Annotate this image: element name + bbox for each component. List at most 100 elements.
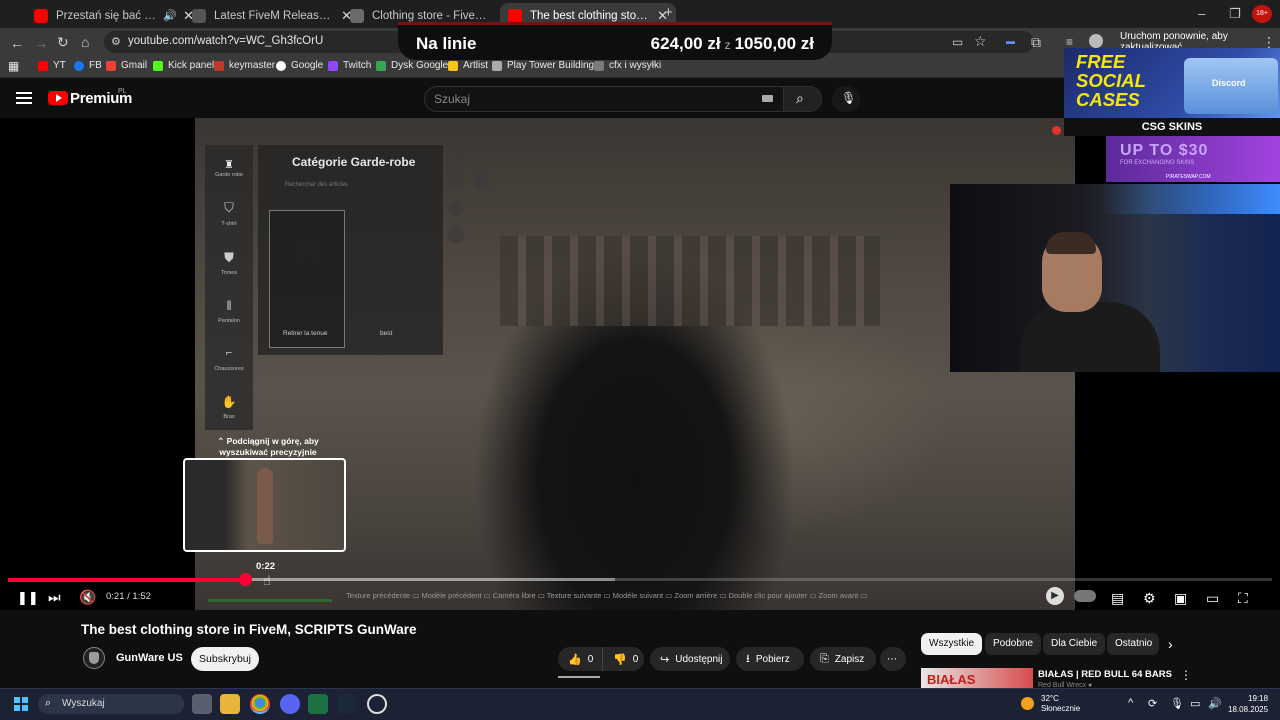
- subscribe-button[interactable]: Subskrybuj: [191, 647, 259, 671]
- seek-preview-time: 0:22: [256, 561, 276, 572]
- search-button[interactable]: ⌕: [784, 86, 822, 112]
- chrome-icon[interactable]: [250, 694, 270, 714]
- chip-all[interactable]: Wszystkie: [921, 633, 982, 655]
- speaker-icon[interactable]: 🔊: [1208, 697, 1222, 710]
- new-tab-button[interactable]: +: [664, 4, 673, 21]
- theater-mode-icon[interactable]: ▭: [1206, 590, 1219, 607]
- file-explorer-icon[interactable]: [220, 694, 240, 714]
- sync-icon[interactable]: ⟳: [1148, 697, 1157, 710]
- system-clock[interactable]: 19:18 18.08.2025: [1228, 693, 1268, 715]
- apps-grid-icon[interactable]: ▦: [8, 59, 19, 73]
- next-video-icon[interactable]: ⏭: [48, 589, 61, 606]
- recommended-title[interactable]: BIAŁAS | RED BULL 64 BARS: [1038, 669, 1172, 680]
- back-arrow-icon[interactable]: ←: [10, 35, 24, 51]
- profile-avatar[interactable]: [1089, 34, 1103, 48]
- chip-related[interactable]: Podobne: [985, 633, 1042, 655]
- tshirt-icon: ⛉: [224, 200, 234, 215]
- bookmark-keymaster[interactable]: keymaster: [214, 60, 275, 71]
- bookmark-yt[interactable]: YT: [38, 60, 66, 71]
- muted-volume-icon[interactable]: 🔇: [79, 589, 96, 606]
- url-text[interactable]: youtube.com/watch?v=WC_Gh3fcOrU: [128, 35, 323, 47]
- facebook-icon: [74, 60, 84, 71]
- bookmark-google[interactable]: Google: [276, 60, 323, 71]
- pause-icon[interactable]: ❚❚: [17, 590, 39, 606]
- tab-1[interactable]: Przestań się bać - YouTube 🔊 ✕: [26, 3, 202, 28]
- cfx-icon: [594, 60, 604, 71]
- autoplay-toggle[interactable]: [1074, 590, 1096, 602]
- reload-icon[interactable]: ↻: [57, 34, 69, 51]
- chip-recent[interactable]: Ostatnio: [1107, 633, 1159, 655]
- bookmark-play-tower[interactable]: Play Tower Building...: [492, 60, 602, 71]
- cast-icon[interactable]: ▭: [952, 35, 963, 49]
- dislike-button[interactable]: 👎 0: [602, 647, 644, 671]
- channel-avatar[interactable]: [83, 647, 105, 669]
- pirateswap-ad[interactable]: UP TO $30 FOR EXCHANGING SKINS PIRATESWA…: [1106, 136, 1280, 182]
- youtube-icon: [38, 60, 48, 71]
- game-hud-bar: [208, 599, 332, 602]
- ad-headline: UP TO $30: [1120, 142, 1209, 159]
- extension-icon[interactable]: ▬: [1006, 36, 1015, 46]
- steam-icon[interactable]: [337, 694, 357, 714]
- bookmark-star-icon[interactable]: ☆: [974, 33, 987, 50]
- download-button[interactable]: ⭳ Pobierz: [736, 647, 804, 671]
- miniplayer-user-icon[interactable]: ▶: [1046, 587, 1064, 605]
- task-view-icon[interactable]: [192, 694, 212, 714]
- save-button[interactable]: ⎘ Zapisz: [810, 647, 876, 671]
- keyboard-icon[interactable]: [762, 95, 773, 102]
- microphone-icon[interactable]: 🎙: [1170, 697, 1184, 710]
- bookmark-icon: ⎘: [820, 652, 829, 665]
- chevron-up-icon[interactable]: ^: [1128, 697, 1133, 709]
- mouse-cursor-icon: ☝: [263, 573, 271, 588]
- network-icon[interactable]: ▭: [1190, 697, 1200, 710]
- goal-label: Na linie: [416, 34, 477, 53]
- extensions-puzzle-icon[interactable]: ⧉: [1031, 34, 1041, 51]
- minimize-button[interactable]: –: [1198, 6, 1205, 21]
- wardrobe-icon: ♜: [224, 159, 234, 171]
- more-actions-button[interactable]: ⋯: [880, 647, 906, 671]
- maximize-button[interactable]: ❐: [1229, 6, 1241, 22]
- search-input[interactable]: [424, 86, 784, 112]
- recommended-thumbnail[interactable]: BIAŁAS: [921, 668, 1033, 690]
- forward-arrow-icon[interactable]: →: [34, 35, 48, 51]
- progress-scrubber-handle[interactable]: [239, 573, 252, 586]
- fullscreen-icon[interactable]: ⛶: [1238, 590, 1248, 607]
- miniplayer-icon[interactable]: ▣: [1174, 590, 1187, 607]
- tab-2[interactable]: Latest FiveM Releases topics - C ✕: [184, 3, 360, 28]
- hamburger-menu-icon[interactable]: [16, 92, 32, 104]
- game-card-label: best: [380, 330, 393, 337]
- bookmark-gmail[interactable]: Gmail: [106, 60, 147, 71]
- discord-case-image: Discord: [1184, 58, 1278, 114]
- youtube-logo-icon[interactable]: [48, 91, 68, 105]
- thumbs-up-icon: 👍: [568, 653, 582, 666]
- settings-gear-icon[interactable]: ⚙: [1143, 590, 1156, 607]
- chip-for-you[interactable]: Dla Ciebie: [1043, 633, 1106, 655]
- site-info-icon[interactable]: ⚙: [111, 35, 121, 48]
- bookmark-twitch[interactable]: Twitch: [328, 60, 371, 71]
- voice-search-button[interactable]: 🎙: [832, 86, 860, 112]
- youtube-favicon-icon: [34, 8, 48, 23]
- bookmark-dysk-google[interactable]: Dysk Google: [376, 60, 448, 71]
- reading-list-icon[interactable]: ≡: [1066, 35, 1073, 49]
- bookmark-fb[interactable]: FB: [74, 60, 102, 71]
- share-button[interactable]: ↪ Udostępnij: [650, 647, 730, 671]
- like-button[interactable]: 👍 0: [558, 647, 602, 671]
- streamer-webcam: [950, 184, 1280, 372]
- subtitles-icon[interactable]: ▤: [1111, 590, 1124, 607]
- bookmark-kick-panel[interactable]: Kick panel: [153, 60, 214, 71]
- ad-brand: CSG SKINS: [1064, 118, 1280, 136]
- game-hud-hints: Texture précédente ▭ Modèle précédent ▭ …: [346, 591, 868, 600]
- bookmark-cfx[interactable]: cfx i wysyłki: [594, 60, 661, 71]
- kebab-menu-icon[interactable]: ⋮: [1180, 668, 1192, 682]
- app-icon[interactable]: [367, 694, 387, 714]
- channel-name[interactable]: GunWare US: [116, 652, 183, 664]
- chevron-right-icon[interactable]: ›: [1168, 636, 1173, 652]
- audio-playing-icon[interactable]: 🔊: [163, 9, 177, 22]
- youtube-favicon-icon: [508, 8, 522, 23]
- taskbar-search[interactable]: Wyszukaj: [38, 694, 184, 714]
- bookmark-artlist[interactable]: Artlist: [448, 60, 488, 71]
- excel-icon[interactable]: [308, 694, 328, 714]
- discord-icon[interactable]: [280, 694, 300, 714]
- csgskins-ad[interactable]: FREE SOCIAL CASES Discord CSG SKINS: [1064, 48, 1280, 136]
- home-icon[interactable]: ⌂: [81, 34, 89, 50]
- windows-start-icon[interactable]: [14, 697, 28, 711]
